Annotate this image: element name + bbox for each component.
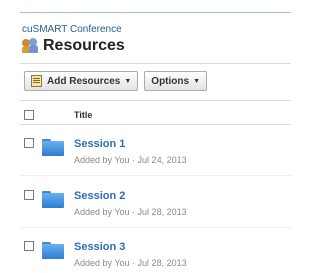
resources-list-icon — [31, 75, 42, 87]
add-resources-button[interactable]: Add Resources ▼ — [24, 71, 139, 91]
caret-down-icon: ▼ — [193, 77, 201, 85]
folder-icon — [42, 242, 64, 259]
folder-icon — [42, 139, 64, 156]
item-meta: Added by You · Jul 24, 2013 — [74, 155, 187, 165]
breadcrumb-context[interactable]: cuSMART Conference — [22, 24, 122, 35]
page-title: Resources — [43, 37, 125, 54]
row-checkbox[interactable] — [24, 138, 34, 148]
divider — [20, 63, 291, 64]
row-checkbox[interactable] — [24, 241, 34, 251]
add-resources-label: Add Resources — [47, 75, 121, 87]
top-divider — [20, 12, 291, 13]
divider — [20, 175, 291, 176]
caret-down-icon: ▼ — [124, 77, 132, 85]
item-title-link[interactable]: Session 2 — [74, 190, 125, 202]
divider — [20, 227, 291, 228]
select-all-checkbox[interactable] — [24, 110, 34, 120]
row-checkbox[interactable] — [24, 190, 34, 200]
item-title-link[interactable]: Session 1 — [74, 138, 125, 150]
options-button[interactable]: Options ▼ — [144, 71, 208, 91]
folder-icon — [42, 191, 64, 208]
options-label: Options — [151, 75, 190, 87]
column-header-title: Title — [74, 110, 93, 120]
people-icon — [22, 38, 38, 54]
item-meta: Added by You · Jul 28, 2013 — [74, 207, 187, 217]
divider — [20, 100, 291, 101]
page-header: Resources — [22, 37, 125, 55]
divider — [20, 124, 291, 125]
item-title-link[interactable]: Session 3 — [74, 241, 125, 253]
toolbar: Add Resources ▼ Options ▼ — [24, 71, 208, 91]
item-meta: Added by You · Jul 28, 2013 — [74, 258, 187, 268]
